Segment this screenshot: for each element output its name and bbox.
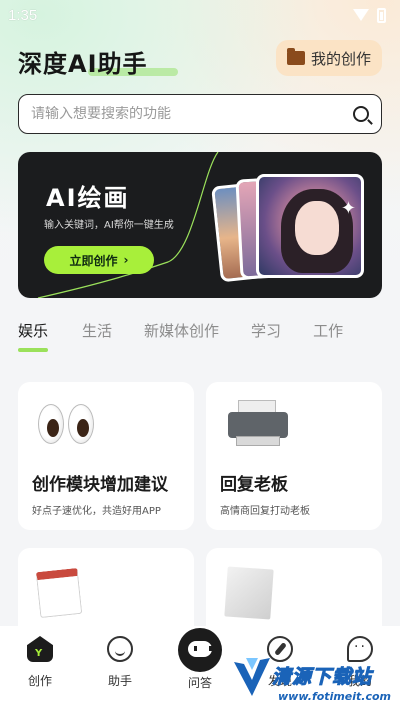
- artwork-stack: ✦: [211, 170, 366, 288]
- eye-right: [68, 404, 94, 444]
- tab-label: 新媒体创作: [144, 322, 220, 340]
- search-icon[interactable]: [353, 106, 369, 122]
- folder-icon: [286, 48, 305, 65]
- printer-tray: [236, 436, 280, 446]
- feature-card-calendar[interactable]: [18, 548, 194, 638]
- home-icon: Y: [27, 636, 53, 662]
- banner-subtitle: 输入关键词，AI帮你一键生成: [44, 220, 174, 231]
- create-now-label: 立即创作: [69, 253, 118, 268]
- nav-item-assistant[interactable]: 助手: [90, 636, 150, 689]
- banner-title: AI绘画: [46, 184, 130, 212]
- watermark-text: 清源下载站: [271, 666, 373, 689]
- eye-left: [38, 404, 64, 444]
- tab-label: 生活: [82, 322, 113, 340]
- calendar-icon: [35, 567, 83, 619]
- create-now-button[interactable]: 立即创作 ›: [44, 246, 154, 274]
- artwork-card-portrait: [256, 174, 364, 278]
- nav-item-qa[interactable]: 问答: [170, 628, 230, 691]
- card-title: 创作模块增加建议: [32, 475, 168, 495]
- card-title: 回复老板: [220, 475, 288, 495]
- tab-label: 学习: [251, 322, 282, 340]
- nav-label: 问答: [187, 676, 212, 690]
- pupil: [47, 419, 59, 437]
- nav-label: 创作: [27, 674, 52, 688]
- wifi-icon: [353, 9, 369, 21]
- tab-life[interactable]: 生活: [82, 320, 112, 346]
- watermark: 清源下载站 www.fotimeit.com: [228, 652, 398, 708]
- pupil: [77, 419, 89, 437]
- nav-item-create[interactable]: Y 创作: [10, 636, 70, 689]
- tab-entertainment[interactable]: 娱乐: [18, 320, 49, 352]
- category-tabs: 娱乐 生活 新媒体创作 学习 工作: [18, 320, 400, 352]
- ai-painting-banner[interactable]: AI绘画 输入关键词，AI帮你一键生成 立即创作 › ✦: [18, 152, 382, 298]
- printer-icon: [224, 400, 292, 452]
- printer-body: [228, 412, 288, 438]
- search-input[interactable]: [31, 106, 353, 122]
- my-creation-button[interactable]: 我的创作: [276, 40, 382, 76]
- tab-label: 工作: [313, 322, 344, 340]
- portrait-face: [295, 201, 339, 255]
- card-description: 高情商回复打动老板: [220, 506, 310, 517]
- chevron-right-icon: ›: [123, 253, 129, 267]
- search-box[interactable]: [18, 94, 382, 134]
- card-description: 好点子速优化，共造好用APP: [32, 506, 161, 517]
- home-icon-mark: Y: [35, 648, 43, 659]
- header: 深度AI助手 我的创作: [18, 40, 382, 78]
- watermark-logo-icon: [234, 658, 270, 696]
- feature-card-paper[interactable]: [206, 548, 382, 638]
- app-title: 深度AI助手: [18, 50, 148, 78]
- smile-icon: [107, 636, 133, 662]
- status-bar: 1:35: [0, 0, 400, 30]
- nav-label: 助手: [107, 674, 132, 688]
- sparkle-icon: ✦: [340, 198, 356, 219]
- status-time: 1:35: [8, 6, 38, 24]
- robot-icon: [178, 628, 222, 672]
- feature-card-suggestions[interactable]: 创作模块增加建议 好点子速优化，共造好用APP: [18, 382, 194, 530]
- paper-icon: [224, 566, 274, 620]
- eyes-icon: [38, 404, 98, 448]
- my-creation-label: 我的创作: [310, 49, 371, 68]
- feature-card-reply-boss[interactable]: 回复老板 高情商回复打动老板: [206, 382, 382, 530]
- tab-label: 娱乐: [18, 322, 49, 340]
- battery-icon: [377, 7, 386, 23]
- tab-active-indicator: [18, 348, 49, 352]
- status-icons: [353, 7, 386, 23]
- tab-new-media[interactable]: 新媒体创作: [144, 320, 219, 346]
- tab-work[interactable]: 工作: [313, 320, 343, 346]
- watermark-url: www.fotimeit.com: [278, 690, 392, 703]
- tab-study[interactable]: 学习: [251, 320, 281, 346]
